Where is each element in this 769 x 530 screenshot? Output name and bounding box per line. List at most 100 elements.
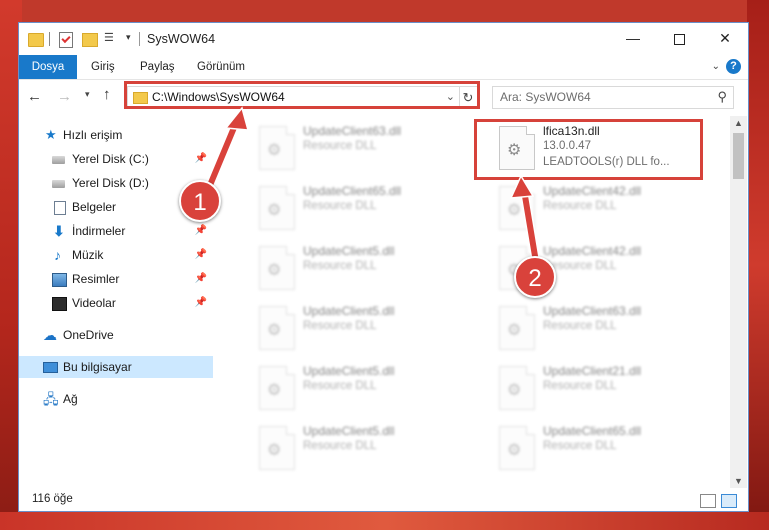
- file-type: Resource DLL: [303, 140, 377, 152]
- pin-icon[interactable]: 📌: [195, 268, 207, 290]
- music-icon: ♪: [54, 247, 61, 263]
- scroll-up-icon[interactable]: ▲: [734, 118, 743, 128]
- sidebar-item-label: Ağ: [63, 392, 78, 406]
- expand-ribbon-icon[interactable]: ⌄: [712, 61, 720, 72]
- file-name: UpdateClient5.dll: [303, 304, 395, 318]
- up-arrow-icon[interactable]: ↑: [103, 86, 111, 103]
- sidebar-item-network[interactable]: 🖧 Ağ: [19, 388, 213, 410]
- sidebar-item-this-pc[interactable]: Bu bilgisayar: [19, 356, 213, 378]
- dll-file-icon: [499, 186, 535, 230]
- search-input[interactable]: Ara: SysWOW64 ⚲: [492, 86, 734, 109]
- desktop-background-right: [747, 0, 769, 530]
- help-icon[interactable]: ?: [726, 59, 741, 74]
- file-name: UpdateClient5.dll: [303, 244, 395, 258]
- chevron-down-icon[interactable]: ▾: [126, 32, 131, 48]
- file-type: Resource DLL: [303, 380, 377, 392]
- tab-file[interactable]: Dosya: [19, 55, 77, 79]
- new-folder-button[interactable]: [82, 33, 98, 47]
- drive-icon: [52, 156, 65, 164]
- cloud-icon: ☁: [43, 327, 57, 343]
- file-item[interactable]: UpdateClient65.dll Resource DLL: [247, 180, 467, 236]
- forward-arrow-icon[interactable]: →: [57, 88, 72, 105]
- file-name: UpdateClient42.dll: [543, 244, 642, 258]
- file-name: UpdateClient63.dll: [543, 304, 642, 318]
- sidebar-item-label: Bu bilgisayar: [63, 360, 132, 374]
- file-type: Resource DLL: [543, 380, 617, 392]
- dll-file-icon: [259, 366, 295, 410]
- tab-view[interactable]: Görünüm: [187, 55, 255, 79]
- search-placeholder: Ara: SysWOW64: [500, 90, 591, 104]
- sidebar-item-pictures[interactable]: Resimler 📌: [19, 268, 213, 290]
- pictures-icon: [52, 273, 67, 287]
- computer-icon: [43, 362, 58, 373]
- star-icon: ★: [45, 127, 57, 142]
- file-item[interactable]: UpdateClient5.dll Resource DLL: [247, 360, 467, 416]
- file-item[interactable]: UpdateClient42.dll Resource DLL: [487, 180, 707, 236]
- pin-icon[interactable]: 📌: [195, 292, 207, 314]
- drive-icon: [52, 180, 65, 188]
- sidebar-item-videos[interactable]: Videolar 📌: [19, 292, 213, 314]
- file-type: Resource DLL: [303, 260, 377, 272]
- navigation-pane: ★ Hızlı erişim Yerel Disk (C:) 📌 Yerel D…: [19, 116, 213, 488]
- scrollbar-thumb[interactable]: [733, 133, 744, 179]
- file-type: Resource DLL: [303, 320, 377, 332]
- file-item[interactable]: UpdateClient5.dll Resource DLL: [247, 300, 467, 356]
- address-bar-highlight: [124, 81, 480, 109]
- dll-file-highlight: [474, 119, 703, 180]
- sidebar-item-label: Yerel Disk (D:): [72, 176, 149, 190]
- dll-file-icon: [499, 366, 535, 410]
- file-item[interactable]: UpdateClient63.dll Resource DLL: [487, 300, 707, 356]
- close-button[interactable]: ✕: [702, 23, 748, 53]
- search-icon[interactable]: ⚲: [717, 89, 727, 105]
- file-name: UpdateClient65.dll: [303, 184, 402, 198]
- properties-button[interactable]: [59, 32, 73, 48]
- maximize-button[interactable]: [656, 23, 702, 53]
- dll-file-icon: [259, 426, 295, 470]
- file-name: UpdateClient21.dll: [543, 364, 642, 378]
- sidebar-item-disk-c[interactable]: Yerel Disk (C:) 📌: [19, 148, 213, 170]
- customize-toolbar-icon[interactable]: ☰: [104, 31, 120, 47]
- item-count: 116 öğe: [32, 493, 73, 505]
- file-type: Resource DLL: [543, 200, 617, 212]
- sidebar-item-label: Resimler: [72, 272, 120, 286]
- file-name: UpdateClient63.dll: [303, 124, 402, 138]
- vertical-scrollbar[interactable]: ▲ ▼: [730, 116, 747, 488]
- file-name: UpdateClient5.dll: [303, 424, 395, 438]
- network-icon: 🖧: [43, 391, 59, 407]
- sidebar-item-onedrive[interactable]: ☁ OneDrive: [19, 324, 213, 346]
- recent-locations-icon[interactable]: ▾: [85, 89, 90, 100]
- file-item[interactable]: UpdateClient5.dll Resource DLL: [247, 240, 467, 296]
- scroll-down-icon[interactable]: ▼: [734, 476, 743, 486]
- file-item[interactable]: UpdateClient21.dll Resource DLL: [487, 360, 707, 416]
- sidebar-item-label: Yerel Disk (C:): [72, 152, 149, 166]
- dll-file-icon: [259, 126, 295, 170]
- file-type: Resource DLL: [303, 440, 377, 452]
- file-name: UpdateClient65.dll: [543, 424, 642, 438]
- ribbon-tabs: Dosya Giriş Paylaş Görünüm ⌄ ?: [19, 55, 748, 80]
- pin-icon[interactable]: 📌: [195, 244, 207, 266]
- sidebar-item-downloads[interactable]: ⬇ İndirmeler 📌: [19, 220, 213, 242]
- pin-icon[interactable]: 📌: [195, 220, 207, 242]
- sidebar-item-quick-access[interactable]: ★ Hızlı erişim: [19, 124, 213, 146]
- sidebar-item-music[interactable]: ♪ Müzik 📌: [19, 244, 213, 266]
- file-item[interactable]: UpdateClient5.dll Resource DLL: [247, 420, 467, 476]
- toolbar-divider: [139, 32, 140, 46]
- dll-file-icon: [259, 306, 295, 350]
- tab-home[interactable]: Giriş: [81, 55, 125, 79]
- tab-share[interactable]: Paylaş: [130, 55, 185, 79]
- sidebar-item-label: İndirmeler: [72, 224, 126, 238]
- documents-icon: [54, 201, 66, 215]
- large-icons-view-icon[interactable]: [721, 494, 737, 508]
- file-item[interactable]: UpdateClient65.dll Resource DLL: [487, 420, 707, 476]
- folder-icon: [28, 33, 44, 47]
- file-name: UpdateClient5.dll: [303, 364, 395, 378]
- dll-file-icon: [499, 426, 535, 470]
- details-view-icon[interactable]: [700, 494, 716, 508]
- sidebar-item-label: Belgeler: [72, 200, 117, 214]
- file-item[interactable]: UpdateClient63.dll Resource DLL: [247, 120, 467, 176]
- status-bar: 116 öğe: [19, 489, 748, 511]
- minimize-button[interactable]: —: [610, 23, 656, 53]
- sidebar-item-label: OneDrive: [63, 328, 114, 342]
- pin-icon[interactable]: 📌: [195, 148, 207, 170]
- back-arrow-icon[interactable]: ←: [27, 88, 42, 105]
